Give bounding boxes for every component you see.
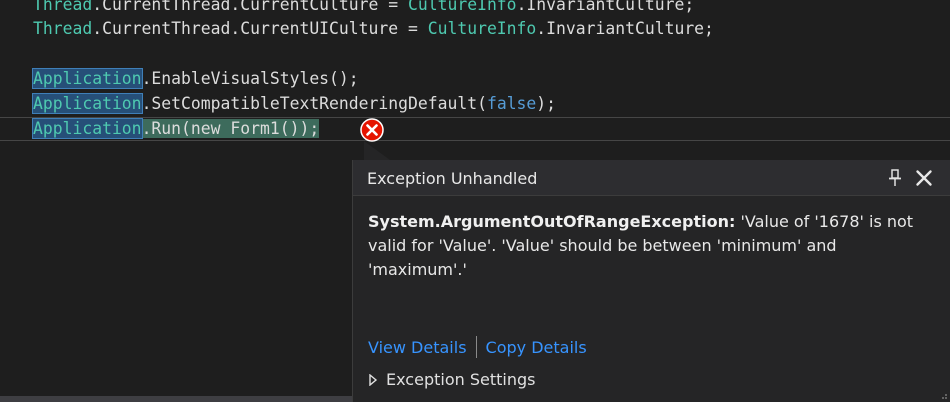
code-token: .CurrentThread.CurrentCulture = xyxy=(92,0,408,14)
current-statement-highlight: .Run(new Form1()); xyxy=(141,119,320,138)
popup-title: Exception Unhandled xyxy=(367,169,538,188)
code-token-highlighted: Application xyxy=(32,68,143,89)
horizontal-scrollbar[interactable] xyxy=(0,396,352,402)
exception-message: System.ArgumentOutOfRangeException: 'Val… xyxy=(368,210,933,282)
code-token: .InvariantCulture; xyxy=(536,19,714,38)
pin-icon[interactable] xyxy=(888,169,902,187)
code-token-keyword: false xyxy=(486,94,537,113)
code-line-culture: Thread.CurrentThread.CurrentCulture = Cu… xyxy=(33,0,694,17)
view-details-link[interactable]: View Details xyxy=(368,338,467,357)
code-token-class: Thread xyxy=(33,0,93,14)
resize-grip-icon[interactable] xyxy=(938,390,948,400)
copy-details-link[interactable]: Copy Details xyxy=(486,338,587,357)
code-line-enable-visual-styles: Application.EnableVisualStyles(); xyxy=(32,66,359,91)
exception-settings-label: Exception Settings xyxy=(386,370,536,389)
code-token-class: CultureInfo xyxy=(427,19,537,38)
link-separator xyxy=(475,336,477,358)
error-icon[interactable] xyxy=(360,118,384,142)
code-line-ui-culture: Thread.CurrentThread.CurrentUICulture = … xyxy=(33,16,714,41)
code-token: .CurrentThread.CurrentUICulture = xyxy=(92,19,428,38)
code-token: .EnableVisualStyles(); xyxy=(141,69,359,88)
code-token: .InvariantCulture; xyxy=(516,0,695,14)
code-token-highlighted: Application xyxy=(32,93,143,114)
code-line-compatible-text: Application.SetCompatibleTextRenderingDe… xyxy=(32,91,557,116)
code-token-highlighted: Application xyxy=(32,118,143,139)
close-icon[interactable] xyxy=(915,169,933,187)
details-links: View Details Copy Details xyxy=(368,336,587,358)
exception-type: System.ArgumentOutOfRangeException: xyxy=(368,212,736,231)
code-token-class: Thread xyxy=(33,19,93,38)
popup-pointer xyxy=(364,141,390,160)
exception-popup: Exception Unhandled System.ArgumentOutOf… xyxy=(352,160,950,402)
code-token: ); xyxy=(536,94,557,113)
code-line-run: Application.Run(new Form1()); xyxy=(32,116,320,141)
code-token-class: CultureInfo xyxy=(408,0,517,14)
code-token: .SetCompatibleTextRenderingDefault( xyxy=(141,94,487,113)
code-editor[interactable]: Thread.CurrentThread.CurrentCulture = Cu… xyxy=(0,0,950,402)
exception-settings-toggle[interactable]: Exception Settings xyxy=(368,370,535,389)
popup-header: Exception Unhandled xyxy=(353,160,950,196)
expand-caret-icon xyxy=(369,373,378,386)
